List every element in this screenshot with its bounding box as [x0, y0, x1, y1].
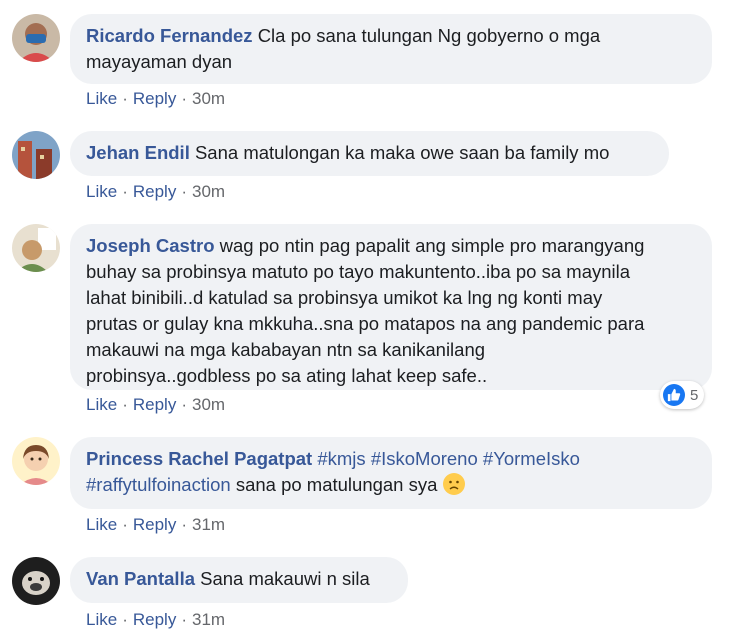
comment-text-line: mayayaman dyan: [86, 51, 233, 72]
comment-author[interactable]: Joseph Castro: [86, 235, 215, 256]
separator: ·: [122, 515, 128, 534]
separator: ·: [122, 610, 128, 629]
comment-bubble: Van Pantalla Sana makauwi n sila: [70, 557, 408, 603]
comment-text: sana po matulungan sya: [235, 474, 438, 495]
comment-actions: Like · Reply · 31m: [86, 610, 225, 630]
separator: ·: [181, 89, 187, 108]
like-link[interactable]: Like: [86, 89, 117, 108]
comment-author[interactable]: Van Pantalla: [86, 568, 195, 589]
comment-text-line: lahat binibili..d katulad sa probinsya u…: [86, 287, 603, 308]
comment-actions: Like · Reply · 30m: [86, 89, 225, 109]
comment-bubble: Joseph Castro wag po ntin pag papalit an…: [70, 224, 712, 390]
separator: ·: [122, 182, 128, 201]
comment-timestamp[interactable]: 31m: [192, 515, 225, 534]
separator: ·: [181, 395, 187, 414]
reply-link[interactable]: Reply: [133, 182, 176, 201]
reaction-count: 5: [690, 386, 699, 404]
hashtag-link[interactable]: #YormeIsko: [483, 448, 580, 469]
reply-link[interactable]: Reply: [133, 89, 176, 108]
avatar[interactable]: [12, 437, 60, 485]
comment-text-line: Sana makauwi n sila: [200, 568, 370, 589]
comment-text-line: wag po ntin pag papalit ang simple pro m…: [219, 235, 645, 256]
comment-text-line: buhay sa probinsya matuto po tayo makunt…: [86, 261, 631, 282]
separator: ·: [122, 89, 128, 108]
comment-timestamp[interactable]: 30m: [192, 89, 225, 108]
reply-link[interactable]: Reply: [133, 395, 176, 414]
reply-link[interactable]: Reply: [133, 610, 176, 629]
comment-author[interactable]: Ricardo Fernandez: [86, 25, 253, 46]
comment-timestamp[interactable]: 30m: [192, 395, 225, 414]
comment-bubble: Princess Rachel Pagatpat #kmjs #IskoMore…: [70, 437, 712, 509]
comment-timestamp[interactable]: 31m: [192, 610, 225, 629]
like-link[interactable]: Like: [86, 610, 117, 629]
avatar[interactable]: [12, 14, 60, 62]
comment-bubble: Jehan Endil Sana matulongan ka maka owe …: [70, 131, 669, 176]
comment-text-line: Cla po sana tulungan Ng gobyerno o mga: [257, 25, 601, 46]
comment-author[interactable]: Princess Rachel Pagatpat: [86, 448, 312, 469]
avatar[interactable]: [12, 224, 60, 272]
hashtag-link[interactable]: #IskoMoreno: [371, 448, 478, 469]
comment-bubble: Ricardo Fernandez Cla po sana tulungan N…: [70, 14, 712, 84]
comment-actions: Like · Reply · 30m: [86, 395, 225, 415]
comment-actions: Like · Reply · 31m: [86, 515, 225, 535]
separator: ·: [122, 395, 128, 414]
disappointed-face-icon: [442, 473, 465, 495]
separator: ·: [181, 515, 187, 534]
comment-author[interactable]: Jehan Endil: [86, 142, 190, 163]
like-reaction-icon: [663, 384, 685, 406]
avatar[interactable]: [12, 557, 60, 605]
hashtag-link[interactable]: #raffytulfoinaction: [86, 474, 231, 495]
like-link[interactable]: Like: [86, 515, 117, 534]
separator: ·: [181, 610, 187, 629]
comment-actions: Like · Reply · 30m: [86, 182, 225, 202]
comment-text-line: makauwi na mga kababayan ntn sa kanikani…: [86, 339, 486, 360]
hashtag-link[interactable]: #kmjs: [317, 448, 365, 469]
comment-text-line: prutas or gulay kna mkkuha..sna po matap…: [86, 313, 645, 334]
avatar[interactable]: [12, 131, 60, 179]
comment-timestamp[interactable]: 30m: [192, 182, 225, 201]
comment-text-line: Sana matulongan ka maka owe saan ba fami…: [194, 142, 610, 163]
like-link[interactable]: Like: [86, 395, 117, 414]
separator: ·: [181, 182, 187, 201]
reply-link[interactable]: Reply: [133, 515, 176, 534]
like-link[interactable]: Like: [86, 182, 117, 201]
reaction-summary[interactable]: 5: [660, 381, 705, 409]
comment-text-line: probinsya..godbless po sa ating lahat ke…: [86, 365, 488, 386]
